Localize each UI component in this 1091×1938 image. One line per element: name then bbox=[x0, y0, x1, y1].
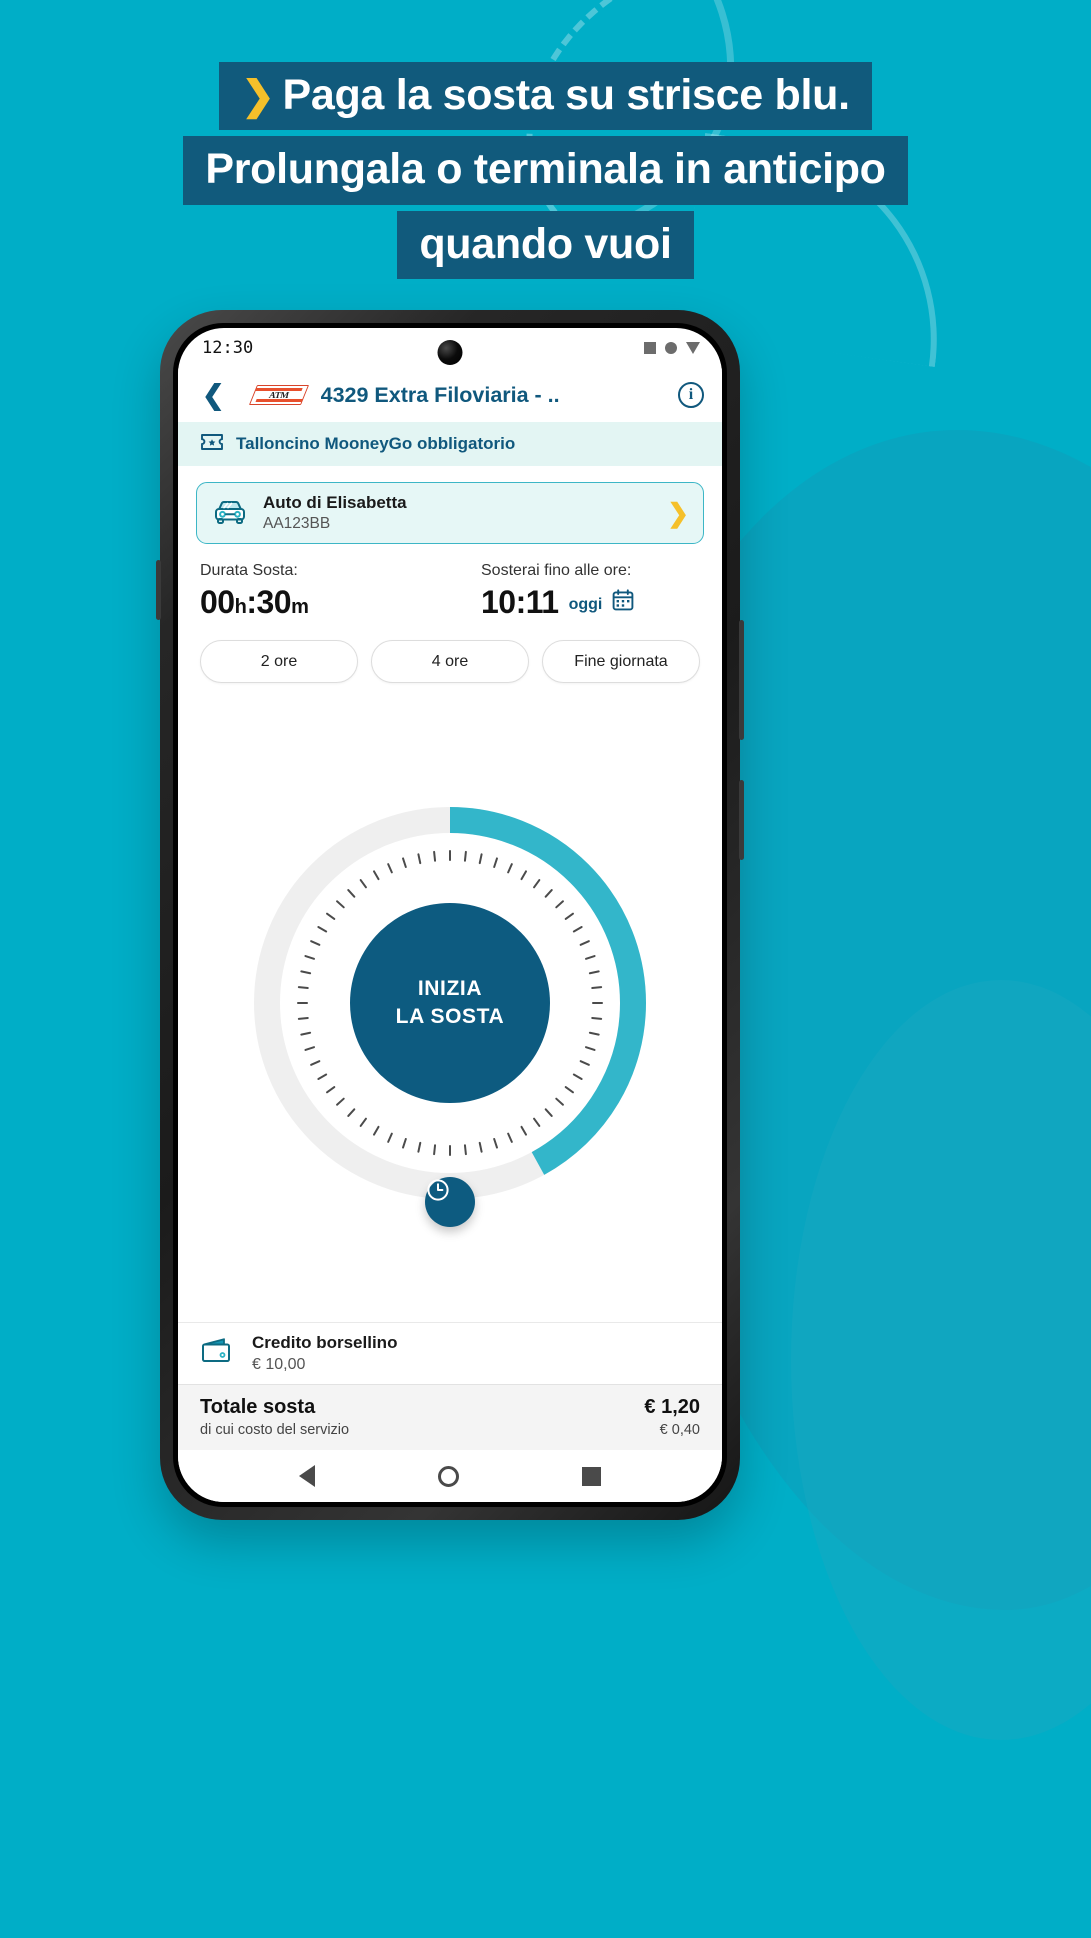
page-title: 4329 Extra Filoviaria - .. bbox=[320, 382, 560, 407]
square-icon bbox=[644, 342, 656, 354]
total-amount: € 1,20 bbox=[644, 1396, 700, 1419]
duration-hours: 00 bbox=[200, 584, 235, 621]
headline-text-3: quando vuoi bbox=[397, 210, 694, 280]
phone-mockup: 12:30 ❮ ATM 4329 Extra Filoviaria - .. i… bbox=[156, 310, 744, 1520]
vehicle-name: Auto di Elisabetta bbox=[263, 493, 407, 513]
chevron-right-icon: ❯ bbox=[241, 74, 275, 118]
status-bar-time: 12:30 bbox=[202, 338, 254, 358]
duration-value: 00h:30m bbox=[200, 582, 419, 622]
end-time-value: 10:11 bbox=[481, 584, 559, 621]
wallet-title: Credito borsellino bbox=[252, 1332, 398, 1352]
wallet-info: Credito borsellino € 10,00 bbox=[252, 1332, 700, 1376]
pill-fine-giornata[interactable]: Fine giornata bbox=[542, 640, 700, 684]
total-title: Totale sosta bbox=[200, 1396, 316, 1419]
chevron-right-icon[interactable]: ❯ bbox=[667, 500, 689, 526]
wallet-amount: € 10,00 bbox=[252, 1355, 306, 1373]
ticket-required-banner: Talloncino MooneyGo obbligatorio bbox=[178, 422, 722, 466]
duration-separator: : bbox=[246, 584, 257, 621]
end-time-label: Sosterai fino alle ore: bbox=[481, 562, 632, 579]
headline-line-1: ❯ Paga la sosta su strisce blu. bbox=[0, 62, 1091, 131]
duration-label: Durata Sosta: bbox=[200, 562, 298, 579]
total-amounts: € 1,20 € 0,40 bbox=[644, 1394, 700, 1440]
duration-minutes-unit: m bbox=[291, 596, 309, 619]
vehicle-info: Auto di Elisabetta AA123BB bbox=[263, 492, 653, 533]
parking-dial[interactable]: INIZIA LA SOSTA bbox=[247, 800, 653, 1227]
banner-label: Talloncino MooneyGo obbligatorio bbox=[236, 434, 516, 453]
info-icon[interactable]: i bbox=[678, 382, 704, 408]
app-navigation-bar: ❮ ATM 4329 Extra Filoviaria - .. i bbox=[178, 368, 722, 422]
headline-text-1: Paga la sosta su strisce blu. bbox=[282, 71, 850, 119]
dial-handle[interactable] bbox=[425, 1176, 475, 1227]
start-parking-button[interactable]: INIZIA LA SOSTA bbox=[350, 902, 550, 1103]
total-subtitle: di cui costo del servizio bbox=[200, 1422, 350, 1439]
vehicle-section: Auto di Elisabetta AA123BB ❯ bbox=[178, 466, 722, 544]
ticket-icon bbox=[200, 432, 224, 457]
nav-home-icon[interactable] bbox=[437, 1465, 459, 1487]
phone-left-button[interactable] bbox=[156, 560, 161, 620]
nav-back-icon[interactable] bbox=[299, 1465, 316, 1487]
phone-bezel: 12:30 ❮ ATM 4329 Extra Filoviaria - .. i… bbox=[173, 323, 727, 1507]
headline-text-2: Prolungala o terminala in anticipo bbox=[183, 136, 908, 205]
atm-logo: ATM bbox=[248, 385, 309, 405]
status-bar: 12:30 bbox=[178, 328, 722, 368]
duration-right: Sosterai fino alle ore: 10:11 oggi bbox=[429, 560, 700, 622]
back-button[interactable]: ❮ bbox=[196, 381, 231, 409]
total-labels: Totale sosta di cui costo del servizio bbox=[200, 1394, 644, 1440]
headline-line-2: Prolungala o terminala in anticipo bbox=[0, 136, 1091, 205]
vehicle-selector[interactable]: Auto di Elisabetta AA123BB ❯ bbox=[196, 482, 704, 544]
phone-screen: 12:30 ❮ ATM 4329 Extra Filoviaria - .. i… bbox=[178, 328, 722, 1502]
circle-icon bbox=[665, 342, 677, 354]
phone-power-button[interactable] bbox=[739, 780, 744, 860]
quick-duration-pills: 2 ore 4 ore Fine giornata bbox=[178, 622, 722, 684]
parking-dial-area: INIZIA LA SOSTA bbox=[178, 683, 722, 1322]
total-row: Totale sosta di cui costo del servizio €… bbox=[178, 1384, 722, 1450]
pill-2-ore[interactable]: 2 ore bbox=[200, 640, 358, 684]
front-camera bbox=[437, 340, 463, 365]
background-blob-secondary bbox=[791, 980, 1091, 1740]
start-parking-line1: INIZIA bbox=[417, 977, 483, 1001]
phone-volume-button[interactable] bbox=[739, 620, 744, 740]
wallet-row[interactable]: Credito borsellino € 10,00 bbox=[178, 1322, 722, 1384]
android-navigation-bar bbox=[178, 1450, 722, 1502]
triangle-down-icon bbox=[686, 342, 700, 354]
calendar-icon[interactable] bbox=[612, 589, 634, 622]
pill-4-ore[interactable]: 4 ore bbox=[371, 640, 529, 684]
nav-recent-icon[interactable] bbox=[581, 1466, 601, 1486]
end-day-label: oggi bbox=[568, 596, 603, 614]
duration-hours-unit: h bbox=[234, 596, 247, 619]
total-service-amount: € 0,40 bbox=[659, 1422, 700, 1439]
wallet-icon bbox=[200, 1336, 236, 1371]
duration-left: Durata Sosta: 00h:30m bbox=[200, 560, 419, 622]
vehicle-plate: AA123BB bbox=[263, 514, 331, 532]
headline-line-3: quando vuoi bbox=[0, 210, 1091, 280]
car-icon bbox=[211, 496, 249, 531]
duration-section: Durata Sosta: 00h:30m Sosterai fino alle… bbox=[178, 544, 722, 622]
atm-logo-text: ATM bbox=[267, 390, 290, 400]
start-parking-line2: LA SOSTA bbox=[395, 1004, 505, 1028]
status-bar-icons bbox=[644, 342, 700, 354]
duration-minutes: 30 bbox=[256, 584, 292, 621]
headline: ❯ Paga la sosta su strisce blu. Prolungal… bbox=[0, 62, 1091, 285]
